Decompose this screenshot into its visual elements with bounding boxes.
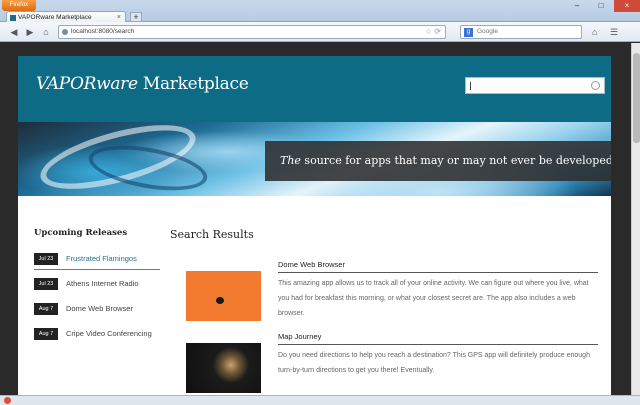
tab-title: VAPORware Marketplace bbox=[18, 14, 92, 21]
search-icon[interactable] bbox=[591, 81, 600, 90]
release-item[interactable]: Aug 7 Dome Web Browser bbox=[34, 300, 160, 325]
release-date: Aug 7 bbox=[34, 328, 58, 340]
web-page: VAPORware Marketplace The source for app… bbox=[0, 43, 640, 395]
scrollbar-thumb[interactable] bbox=[633, 53, 640, 143]
text-caret bbox=[470, 82, 471, 90]
home-icon[interactable]: ⌂ bbox=[40, 26, 52, 38]
search-results: Search Results Dome Web Browser This ama… bbox=[170, 228, 600, 395]
release-name[interactable]: Cripe Video Conferencing bbox=[66, 328, 152, 340]
site-logo[interactable]: VAPORware Marketplace bbox=[36, 74, 249, 94]
release-name[interactable]: Athens Internet Radio bbox=[66, 278, 139, 290]
result-description: This amazing app allows us to track all … bbox=[278, 280, 589, 317]
bookmark-reload-icons[interactable]: ☆ ⟳ bbox=[425, 26, 441, 38]
result-thumbnail[interactable] bbox=[186, 271, 261, 321]
logo-rest: Marketplace bbox=[137, 74, 249, 94]
close-window-button[interactable]: × bbox=[614, 0, 640, 12]
release-name[interactable]: Dome Web Browser bbox=[66, 303, 133, 315]
result-item: Map Journey Do you need directions to he… bbox=[170, 332, 600, 395]
release-item[interactable]: Aug 7 Cripe Video Conferencing bbox=[34, 325, 160, 350]
release-item[interactable]: Jul 23 Athens Internet Radio bbox=[34, 275, 160, 300]
upcoming-releases-sidebar: Upcoming Releases Jul 23 Frustrated Flam… bbox=[34, 228, 160, 350]
hero-banner: The source for apps that may or may not … bbox=[18, 122, 611, 196]
results-title: Search Results bbox=[170, 228, 254, 241]
new-tab-button[interactable]: + bbox=[130, 12, 142, 22]
toolbar-home-icon[interactable]: ⌂ bbox=[592, 26, 597, 38]
back-icon[interactable]: ◀ bbox=[8, 26, 20, 38]
result-title-link[interactable]: Dome Web Browser bbox=[278, 260, 598, 273]
hero-tagline: The source for apps that may or may not … bbox=[265, 141, 611, 181]
status-bar bbox=[0, 395, 640, 405]
browser-navbar: ◀ ▶ ⌂ localhost:8080/search ☆ ⟳ g Google… bbox=[0, 22, 640, 42]
tagline-italic: The bbox=[280, 154, 301, 167]
favicon-icon bbox=[10, 15, 16, 21]
google-icon[interactable]: g bbox=[464, 28, 473, 37]
toolbar-menu-icon[interactable]: ☰ bbox=[610, 26, 618, 38]
page-scrollbar[interactable] bbox=[631, 43, 640, 395]
tagline-rest: source for apps that may or may not ever… bbox=[300, 154, 611, 167]
firefox-menu-button[interactable]: Firefox bbox=[2, 0, 36, 11]
main-content: Upcoming Releases Jul 23 Frustrated Flam… bbox=[18, 196, 611, 395]
thumbnail-blot bbox=[216, 297, 224, 304]
browser-search-box[interactable]: g Google bbox=[460, 25, 582, 39]
result-description: Do you need directions to help you reach… bbox=[278, 352, 590, 374]
site-search-input[interactable] bbox=[465, 77, 605, 94]
maximize-button[interactable]: □ bbox=[590, 0, 612, 12]
url-text: localhost:8080/search bbox=[71, 28, 135, 35]
forward-icon[interactable]: ▶ bbox=[24, 26, 36, 38]
sidebar-title: Upcoming Releases bbox=[34, 228, 128, 238]
release-item[interactable]: Jul 23 Frustrated Flamingos bbox=[34, 250, 160, 275]
release-name[interactable]: Frustrated Flamingos bbox=[66, 253, 137, 265]
browser-search-placeholder: Google bbox=[477, 28, 498, 35]
site-identity-icon[interactable] bbox=[62, 29, 68, 35]
release-date: Jul 23 bbox=[34, 253, 58, 265]
url-bar[interactable]: localhost:8080/search ☆ ⟳ bbox=[58, 25, 446, 39]
addon-bar-icon[interactable] bbox=[4, 397, 11, 404]
release-date: Jul 23 bbox=[34, 278, 58, 290]
site-header: VAPORware Marketplace bbox=[18, 56, 611, 122]
result-item: Dome Web Browser This amazing app allows… bbox=[170, 260, 600, 332]
logo-italic: VAPORware bbox=[36, 74, 138, 94]
minimize-button[interactable]: – bbox=[566, 0, 588, 12]
release-date: Aug 7 bbox=[34, 303, 58, 315]
result-thumbnail[interactable] bbox=[186, 343, 261, 393]
result-title-link[interactable]: Map Journey bbox=[278, 332, 598, 345]
browser-titlebar: Firefox VAPORware Marketplace × + – □ × bbox=[0, 0, 640, 23]
